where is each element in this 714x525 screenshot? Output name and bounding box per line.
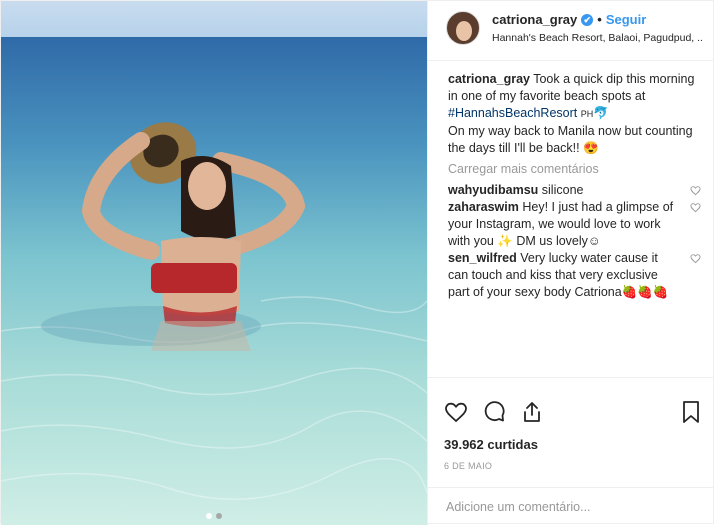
instagram-post: catriona_gray ✔ • Seguir Hannah's Beach … (0, 0, 714, 525)
verified-icon: ✔ (581, 14, 594, 26)
post-header: catriona_gray ✔ • Seguir Hannah's Beach … (428, 1, 714, 61)
header-username[interactable]: catriona_gray (492, 11, 577, 29)
add-comment-input[interactable]: Adicione um comentário... (428, 487, 714, 525)
avatar[interactable] (446, 11, 480, 45)
load-more-comments[interactable]: Carregar mais comentários (448, 161, 701, 178)
bookmark-icon[interactable] (681, 400, 701, 424)
comment-text: silicone (541, 183, 584, 197)
beach-photo (1, 1, 427, 525)
dolphin-emoji: 🐬 (593, 106, 609, 120)
comment-username[interactable]: zaharaswim (448, 200, 519, 214)
post-caption: catriona_gray Took a quick dip this morn… (448, 71, 701, 157)
caption-username[interactable]: catriona_gray (448, 72, 530, 86)
comment-item: wahyudibamsu silicone (448, 182, 701, 199)
carousel-dots[interactable] (1, 513, 427, 519)
likes-count[interactable]: 39.962 curtidas (428, 437, 714, 457)
comment-item: sen_wilfred Very lucky water cause it ca… (448, 250, 701, 301)
heart-eyes-emoji: 😍 (583, 141, 599, 155)
action-bar (428, 377, 714, 437)
comments-section: catriona_gray Took a quick dip this morn… (428, 61, 714, 377)
carousel-dot-active[interactable] (206, 513, 212, 519)
separator-dot: • (597, 12, 602, 27)
heart-icon[interactable] (690, 202, 701, 213)
heart-icon[interactable] (444, 400, 468, 424)
caption-text-2: On my way back to Manila now but countin… (448, 124, 693, 155)
share-icon[interactable] (520, 400, 544, 424)
hashtag-link[interactable]: #HannahsBeachResort (448, 106, 577, 120)
heart-icon[interactable] (690, 253, 701, 264)
post-sidebar: catriona_gray ✔ • Seguir Hannah's Beach … (427, 1, 714, 525)
comment-item: zaharaswim Hey! I just had a glimpse of … (448, 199, 701, 250)
comment-icon[interactable] (482, 400, 506, 424)
post-date[interactable]: 6 DE MAIO (428, 457, 714, 487)
carousel-dot[interactable] (216, 513, 222, 519)
comment-username[interactable]: wahyudibamsu (448, 183, 538, 197)
location-link[interactable]: Hannah's Beach Resort, Balaoi, Pagudpud,… (492, 29, 702, 47)
post-photo[interactable] (1, 1, 427, 525)
comment-username[interactable]: sen_wilfred (448, 251, 517, 265)
follow-button[interactable]: Seguir (606, 11, 646, 29)
flag-text: PH (580, 109, 594, 119)
heart-icon[interactable] (690, 185, 701, 196)
